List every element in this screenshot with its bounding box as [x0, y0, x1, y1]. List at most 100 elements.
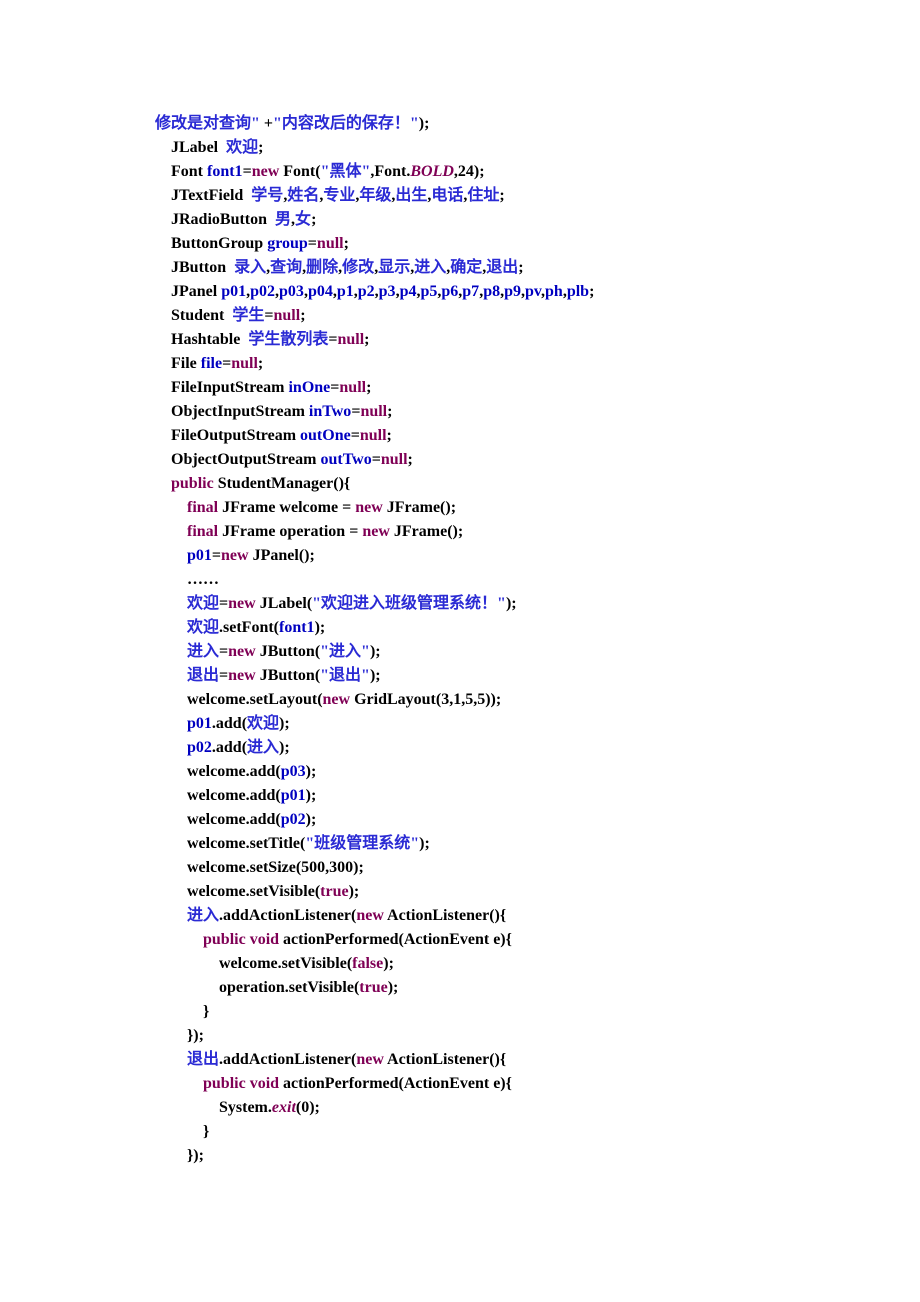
- code-line: File file=null;: [155, 352, 920, 376]
- code-token: 修改: [342, 259, 374, 276]
- code-token: (0);: [296, 1099, 320, 1116]
- code-line: FileInputStream inOne=null;: [155, 376, 920, 400]
- code-token: 退出: [187, 1051, 219, 1068]
- code-line: final JFrame operation = new JFrame();: [155, 520, 920, 544]
- code-token: ActionListener(){: [384, 907, 506, 924]
- code-token: null: [360, 427, 387, 444]
- code-token: new: [228, 643, 256, 660]
- code-token: public: [203, 1075, 246, 1092]
- code-token: });: [187, 1027, 204, 1044]
- code-token: =: [219, 595, 228, 612]
- code-line: System.exit(0);: [155, 1096, 920, 1120]
- code-token: ;: [518, 259, 523, 276]
- code-token: 进入: [247, 739, 279, 756]
- code-token: p01: [187, 715, 212, 732]
- code-line: 欢迎.setFont(font1);: [155, 616, 920, 640]
- code-token: ;: [366, 379, 371, 396]
- code-token: 学生散列表: [248, 331, 328, 348]
- code-token: new: [228, 595, 256, 612]
- code-token: outTwo: [320, 451, 371, 468]
- code-token: ,24);: [454, 163, 485, 180]
- code-token: 显示: [378, 259, 410, 276]
- code-token: p9: [504, 283, 521, 300]
- code-token: ph: [545, 283, 563, 300]
- code-token: p6: [441, 283, 458, 300]
- code-token: );: [306, 763, 317, 780]
- code-token: new: [221, 547, 249, 564]
- code-line: welcome.setSize(500,300);: [155, 856, 920, 880]
- code-line: JButton 录入,查询,删除,修改,显示,进入,确定,退出;: [155, 256, 920, 280]
- code-token: =: [308, 235, 317, 252]
- code-token: StudentManager(){: [214, 475, 351, 492]
- code-token: JButton(: [256, 667, 320, 684]
- code-token: 退出: [187, 667, 219, 684]
- code-line: ObjectInputStream inTwo=null;: [155, 400, 920, 424]
- code-token: final: [187, 499, 218, 516]
- code-line: 修改是对查询" +"内容改后的保存！");: [155, 112, 920, 136]
- code-token: Hashtable: [171, 331, 248, 348]
- code-token: JLabel: [171, 139, 226, 156]
- code-token: 进入: [187, 907, 219, 924]
- code-token: p5: [420, 283, 437, 300]
- code-token: 出生: [395, 187, 427, 204]
- code-token: exit: [272, 1099, 296, 1116]
- code-line: ButtonGroup group=null;: [155, 232, 920, 256]
- code-line: welcome.setTitle("班级管理系统");: [155, 832, 920, 856]
- code-token: 进入: [414, 259, 446, 276]
- code-line: welcome.add(p01);: [155, 784, 920, 808]
- code-line: JRadioButton 男,女;: [155, 208, 920, 232]
- code-token: p1: [337, 283, 354, 300]
- code-line: public void actionPerformed(ActionEvent …: [155, 928, 920, 952]
- code-line: 进入.addActionListener(new ActionListener(…: [155, 904, 920, 928]
- code-token: 退出: [486, 259, 518, 276]
- code-line: }: [155, 1000, 920, 1024]
- code-token: JPanel: [171, 283, 221, 300]
- code-token: null: [317, 235, 344, 252]
- code-token: );: [349, 883, 360, 900]
- code-token: new: [355, 499, 383, 516]
- code-token: .add(: [212, 715, 247, 732]
- code-token: null: [360, 403, 387, 420]
- code-line: public StudentManager(){: [155, 472, 920, 496]
- code-token: );: [306, 787, 317, 804]
- code-line: ObjectOutputStream outTwo=null;: [155, 448, 920, 472]
- code-token: void: [250, 1075, 279, 1092]
- code-token: welcome.setSize(500,300);: [187, 859, 364, 876]
- code-token: System.: [219, 1099, 272, 1116]
- code-token: font1: [207, 163, 243, 180]
- code-token: 查询: [270, 259, 302, 276]
- code-token: .add(: [212, 739, 247, 756]
- code-token: );: [419, 835, 430, 852]
- code-token: }: [203, 1003, 209, 1020]
- code-token: ActionListener(){: [384, 1051, 506, 1068]
- code-token: Student: [171, 307, 232, 324]
- code-token: =: [222, 355, 231, 372]
- code-token: 欢迎: [226, 139, 258, 156]
- code-token: =: [219, 643, 228, 660]
- code-token: welcome.add(: [187, 811, 281, 828]
- code-line: Font font1=new Font("黑体",Font.BOLD,24);: [155, 160, 920, 184]
- code-token: JFrame operation =: [218, 523, 362, 540]
- code-token: null: [339, 379, 366, 396]
- code-token: 女: [295, 211, 311, 228]
- code-token: p03: [279, 283, 304, 300]
- code-line: p02.add(进入);: [155, 736, 920, 760]
- code-token: 年级: [359, 187, 391, 204]
- code-line: });: [155, 1024, 920, 1048]
- code-token: 欢迎: [187, 595, 219, 612]
- code-token: =: [264, 307, 273, 324]
- code-token: );: [370, 667, 381, 684]
- code-line: Hashtable 学生散列表=null;: [155, 328, 920, 352]
- code-token: File: [171, 355, 201, 372]
- code-token: 欢迎: [187, 619, 219, 636]
- code-token: );: [383, 955, 394, 972]
- code-token: );: [279, 739, 290, 756]
- code-token: inTwo: [309, 403, 351, 420]
- code-line: JLabel 欢迎;: [155, 136, 920, 160]
- code-line: welcome.setLayout(new GridLayout(3,1,5,5…: [155, 688, 920, 712]
- code-token: file: [201, 355, 222, 372]
- code-line: public void actionPerformed(ActionEvent …: [155, 1072, 920, 1096]
- code-token: null: [337, 331, 364, 348]
- code-token: });: [187, 1147, 204, 1164]
- code-token: true: [359, 979, 387, 996]
